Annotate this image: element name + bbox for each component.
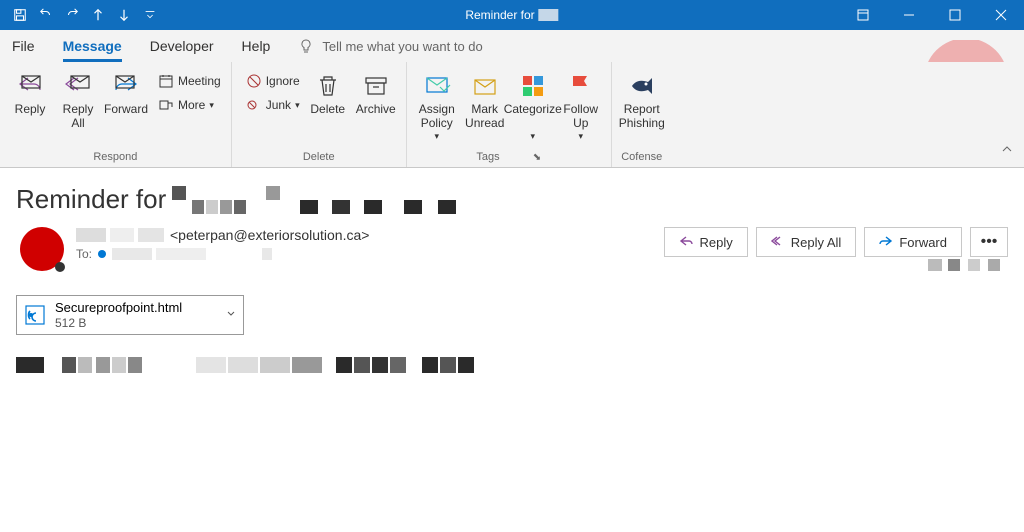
mark-unread-button[interactable]: Mark Unread	[461, 66, 509, 131]
email-subject: Reminder for	[16, 184, 1008, 215]
reply-icon	[16, 70, 44, 102]
ribbon-group-cofense: Report Phishing Cofense	[612, 62, 672, 167]
redacted-block	[172, 186, 472, 214]
from-email: <peterpan@exteriorsolution.ca>	[170, 227, 369, 243]
next-icon[interactable]	[112, 3, 136, 27]
tab-message[interactable]: Message	[63, 30, 122, 62]
delete-icon	[314, 70, 342, 102]
html-file-icon	[23, 303, 47, 327]
ribbon-tabs: File Message Developer Help Tell me what…	[0, 30, 1024, 62]
meeting-button[interactable]: Meeting	[154, 70, 225, 92]
tell-me-search[interactable]: Tell me what you want to do	[298, 38, 482, 54]
tell-me-text: Tell me what you want to do	[322, 39, 482, 54]
maximize-icon[interactable]	[932, 0, 978, 30]
close-icon[interactable]	[978, 0, 1024, 30]
attachment[interactable]: Secureproofpoint.html 512 B	[16, 295, 244, 335]
chevron-down-icon[interactable]	[225, 306, 237, 324]
lightbulb-icon	[298, 38, 314, 54]
title-text: Reminder for	[465, 8, 534, 22]
follow-up-button[interactable]: Follow Up▾	[557, 66, 605, 142]
quick-access-toolbar	[0, 3, 162, 27]
prev-icon[interactable]	[86, 3, 110, 27]
categorize-button[interactable]: Categorize▾	[509, 66, 557, 142]
junk-button[interactable]: Junk▾	[242, 94, 304, 116]
forward-icon	[879, 234, 893, 251]
ribbon-group-respond: Reply Reply All Forward Meeting More▾ Re…	[0, 62, 232, 167]
forward-icon	[112, 70, 140, 102]
ribbon: Reply Reply All Forward Meeting More▾ Re…	[0, 62, 1024, 168]
more-respond-button[interactable]: More▾	[154, 94, 225, 116]
attachment-size: 512 B	[55, 316, 182, 330]
forward-pill[interactable]: Forward	[864, 227, 962, 257]
assign-policy-button[interactable]: Assign Policy▾	[413, 66, 461, 142]
report-phishing-button[interactable]: Report Phishing	[618, 66, 666, 131]
ignore-button[interactable]: Ignore	[242, 70, 304, 92]
reply-icon	[679, 234, 693, 251]
reply-all-button[interactable]: Reply All	[54, 66, 102, 131]
tab-help[interactable]: Help	[242, 30, 271, 62]
more-actions-button[interactable]: •••	[970, 227, 1008, 257]
assign-policy-icon	[423, 70, 451, 102]
mark-unread-icon	[471, 70, 499, 102]
flag-icon	[567, 70, 595, 102]
to-line: To:	[76, 247, 652, 261]
attachment-name: Secureproofpoint.html	[55, 300, 182, 316]
collapse-ribbon-icon[interactable]	[1000, 142, 1014, 161]
presence-icon	[98, 250, 106, 258]
redacted-block	[539, 9, 559, 21]
redacted-block	[112, 248, 272, 260]
minimize-icon[interactable]	[886, 0, 932, 30]
tab-developer[interactable]: Developer	[150, 30, 214, 62]
redacted-block	[928, 258, 1008, 276]
reply-all-icon	[64, 70, 92, 102]
tab-file[interactable]: File	[12, 30, 35, 62]
ribbon-display-icon[interactable]	[840, 0, 886, 30]
undo-icon[interactable]	[34, 3, 58, 27]
forward-button[interactable]: Forward	[102, 66, 150, 116]
title-bar: Reminder for	[0, 0, 1024, 30]
archive-icon	[362, 70, 390, 102]
archive-button[interactable]: Archive	[352, 66, 400, 116]
reply-all-icon	[771, 234, 785, 251]
email-body	[16, 357, 1008, 378]
reply-pill[interactable]: Reply	[664, 227, 747, 257]
redacted-block	[76, 228, 166, 242]
redacted-block	[16, 357, 486, 373]
reply-button[interactable]: Reply	[6, 66, 54, 116]
window-controls	[840, 0, 1024, 30]
email-header: <peterpan@exteriorsolution.ca> To: Reply…	[16, 227, 1008, 271]
reading-actions: Reply Reply All Forward •••	[664, 227, 1008, 257]
ribbon-group-tags: Assign Policy▾ Mark Unread Categorize▾ F…	[407, 62, 612, 167]
qat-dropdown-icon[interactable]	[138, 3, 162, 27]
from-line: <peterpan@exteriorsolution.ca>	[76, 227, 652, 243]
fish-icon	[628, 70, 656, 102]
save-icon[interactable]	[8, 3, 32, 27]
window-title: Reminder for	[465, 8, 558, 22]
ribbon-group-delete: Ignore Junk▾ Delete Archive Delete	[232, 62, 407, 167]
sender-avatar[interactable]	[20, 227, 64, 271]
reply-all-pill[interactable]: Reply All	[756, 227, 857, 257]
reading-pane: Reminder for <peterpan@exteriorsolution.…	[0, 168, 1024, 394]
redo-icon[interactable]	[60, 3, 84, 27]
delete-button[interactable]: Delete	[304, 66, 352, 116]
categorize-icon	[519, 70, 547, 102]
